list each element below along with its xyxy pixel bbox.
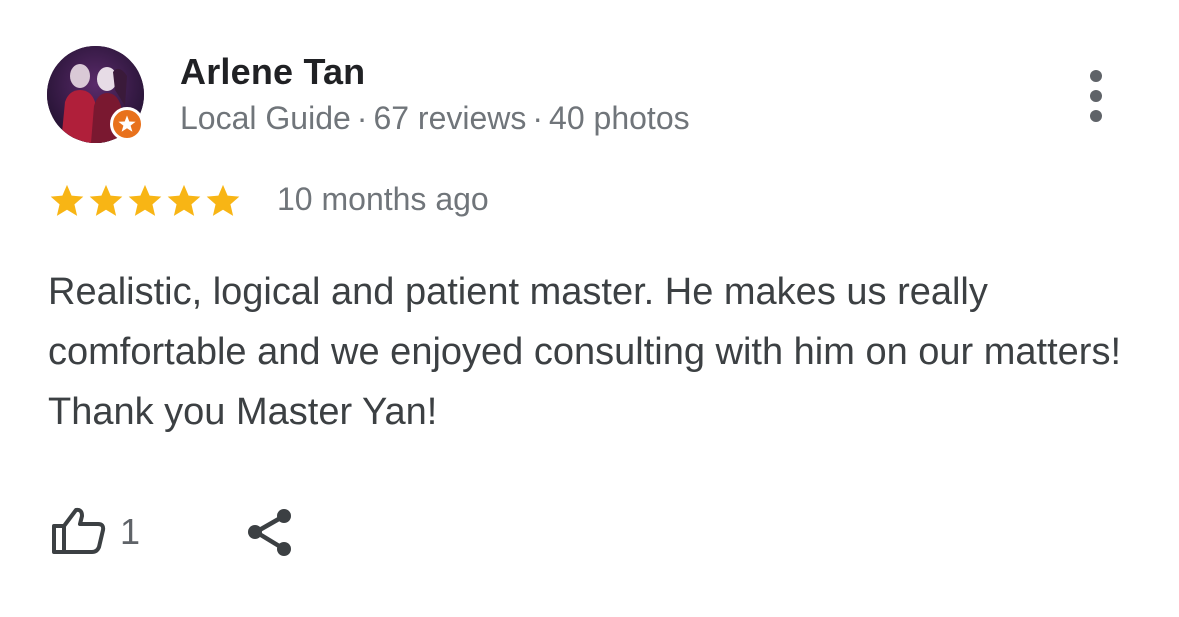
- more-vert-icon-dot: [1090, 110, 1102, 122]
- like-count: 1: [120, 511, 141, 552]
- star-icon: [89, 184, 123, 216]
- local-guide-badge-icon: [110, 107, 144, 141]
- star-rating: [48, 181, 243, 221]
- share-button[interactable]: [244, 506, 296, 558]
- local-guide-label: Local Guide: [180, 100, 351, 136]
- author-avatar[interactable]: [47, 46, 144, 143]
- meta-separator: ·: [356, 100, 368, 136]
- review-card: Arlene Tan Local Guide · 67 reviews · 40 pho…: [0, 0, 1179, 617]
- more-options-button[interactable]: [1074, 66, 1118, 126]
- meta-separator: ·: [532, 100, 544, 136]
- star-icon: [128, 184, 162, 216]
- author-name[interactable]: Arlene Tan: [180, 51, 365, 93]
- share-icon: [248, 509, 291, 556]
- star-icon: [50, 184, 84, 216]
- star-icon: [167, 184, 201, 216]
- review-count: 67 reviews: [373, 100, 527, 136]
- star-icon: [206, 184, 240, 216]
- author-meta: Local Guide · 67 reviews · 40 photos: [180, 100, 690, 137]
- like-button[interactable]: [50, 506, 108, 556]
- thumbs-up-icon: [52, 507, 106, 554]
- more-vert-icon-dot: [1090, 90, 1102, 102]
- more-vert-icon: [1090, 70, 1102, 82]
- review-text: Realistic, logical and patient master. H…: [48, 271, 1121, 433]
- stars: [48, 182, 243, 220]
- review-time: 10 months ago: [277, 181, 489, 217]
- photo-count: 40 photos: [549, 100, 690, 136]
